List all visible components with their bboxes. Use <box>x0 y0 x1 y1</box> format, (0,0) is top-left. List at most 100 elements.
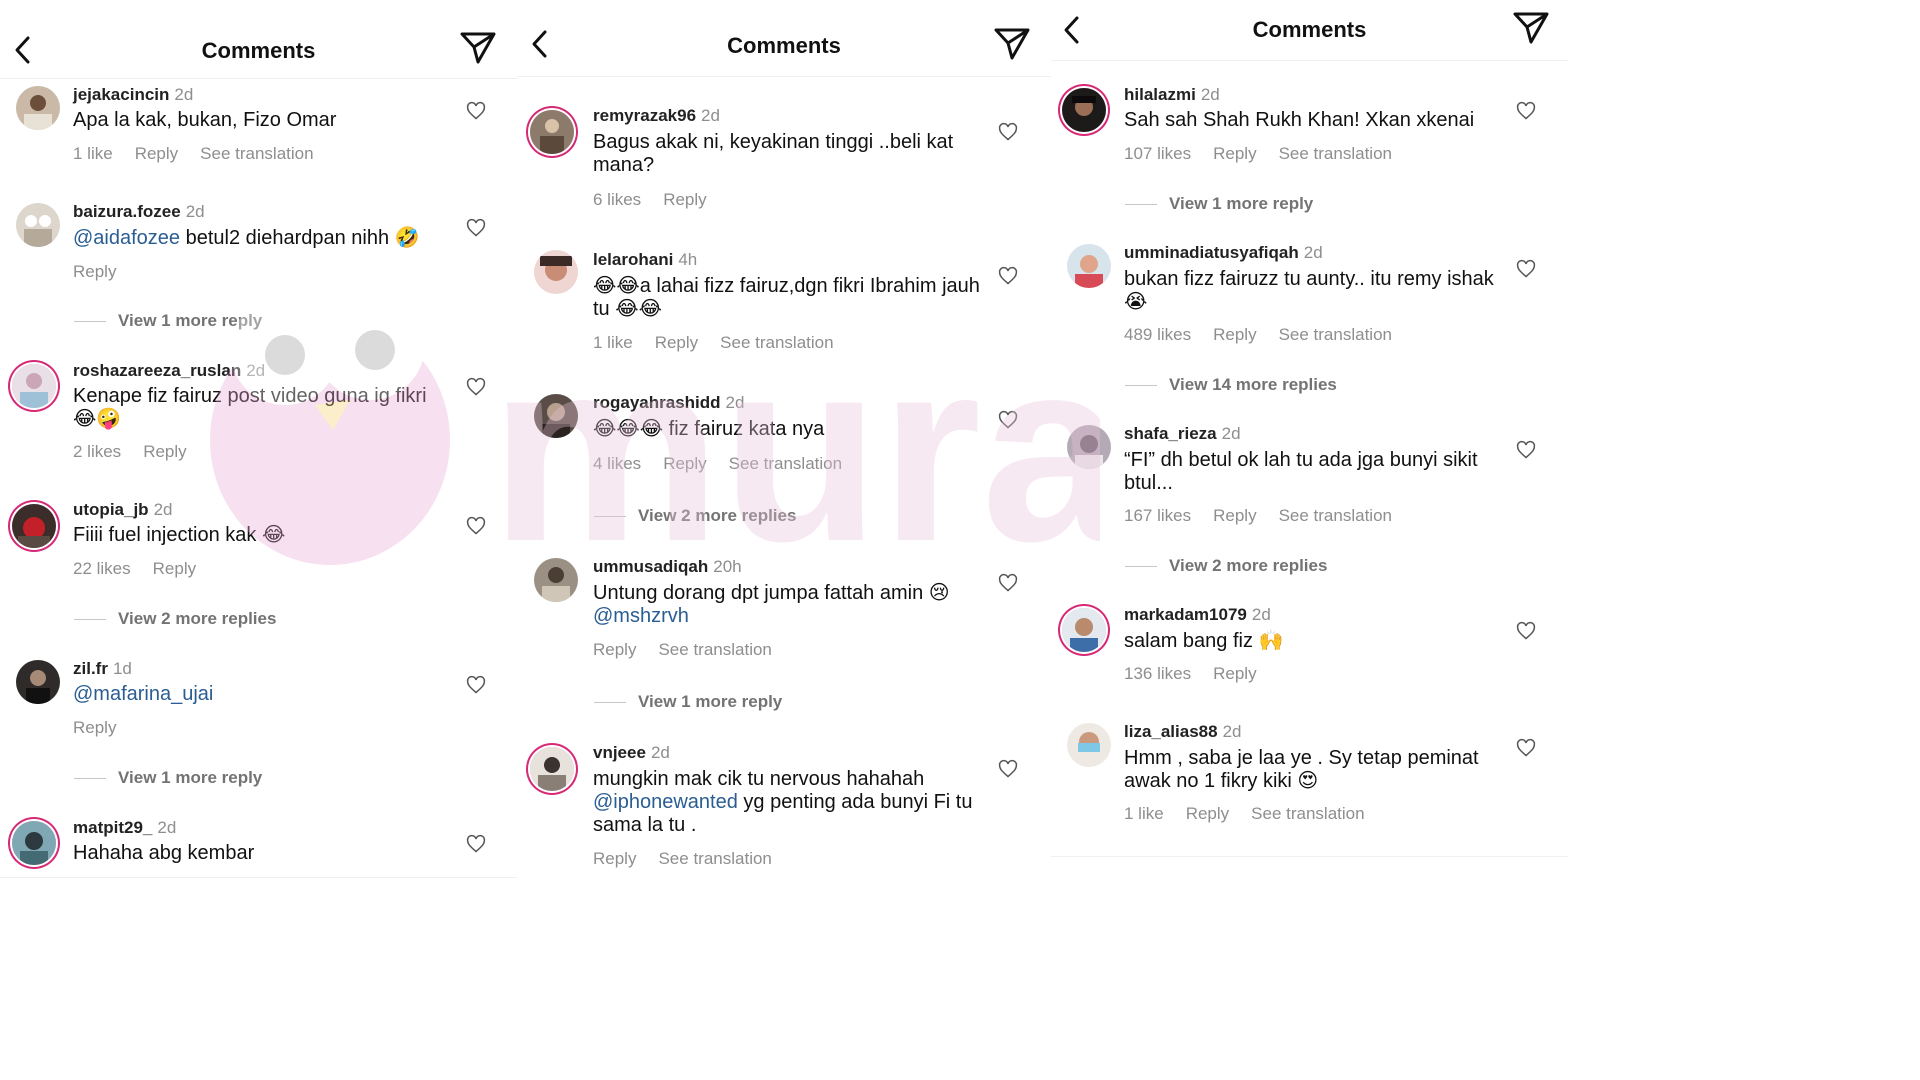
avatar[interactable] <box>16 203 60 247</box>
like-count[interactable]: 1 like <box>73 144 113 163</box>
reply-button[interactable]: Reply <box>143 442 186 461</box>
like-button[interactable] <box>1516 738 1536 758</box>
like-button[interactable] <box>998 759 1018 779</box>
username[interactable]: rogayahrashidd <box>593 393 721 412</box>
like-button[interactable] <box>466 675 486 695</box>
username[interactable]: jejakacincin <box>73 85 169 104</box>
reply-button[interactable]: Reply <box>153 559 196 578</box>
like-count[interactable]: 136 likes <box>1124 664 1191 683</box>
username[interactable]: hilalazmi <box>1124 85 1196 104</box>
reply-button[interactable]: Reply <box>1213 325 1256 344</box>
see-translation-link[interactable]: See translation <box>658 640 771 659</box>
view-more-replies[interactable]: View 1 more reply <box>74 768 262 788</box>
like-button[interactable] <box>466 377 486 397</box>
like-button[interactable] <box>998 266 1018 286</box>
username[interactable]: shafa_rieza <box>1124 424 1217 443</box>
avatar[interactable] <box>1067 425 1111 469</box>
reply-button[interactable]: Reply <box>1213 664 1256 683</box>
like-count[interactable]: 107 likes <box>1124 144 1191 163</box>
mention-link[interactable]: @aidafozee <box>73 227 180 249</box>
reply-button[interactable]: Reply <box>73 262 116 281</box>
avatar[interactable] <box>530 747 574 791</box>
username[interactable]: matpit29_ <box>73 818 152 837</box>
avatar[interactable] <box>534 250 578 294</box>
share-button[interactable] <box>992 24 1032 64</box>
like-count[interactable]: 6 likes <box>593 190 641 209</box>
like-button[interactable] <box>466 834 486 854</box>
view-more-replies[interactable]: View 2 more replies <box>1125 556 1327 576</box>
avatar[interactable] <box>530 110 574 154</box>
reply-button[interactable]: Reply <box>663 454 706 473</box>
mention-link[interactable]: @mshzrvh <box>593 605 689 627</box>
see-translation-link[interactable]: See translation <box>1279 506 1392 525</box>
see-translation-link[interactable]: See translation <box>200 144 313 163</box>
see-translation-link[interactable]: See translation <box>658 849 771 868</box>
avatar[interactable] <box>16 86 60 130</box>
like-button[interactable] <box>466 516 486 536</box>
view-more-replies[interactable]: View 1 more reply <box>74 311 262 331</box>
username[interactable]: utopia_jb <box>73 500 149 519</box>
see-translation-link[interactable]: See translation <box>1279 325 1392 344</box>
username[interactable]: ummusadiqah <box>593 557 708 576</box>
username[interactable]: zil.fr <box>73 659 108 678</box>
like-count[interactable]: 167 likes <box>1124 506 1191 525</box>
username[interactable]: lelarohani <box>593 250 673 269</box>
username[interactable]: liza_alias88 <box>1124 722 1218 741</box>
like-button[interactable] <box>1516 440 1536 460</box>
username[interactable]: remyrazak96 <box>593 106 696 125</box>
like-button[interactable] <box>998 573 1018 593</box>
username[interactable]: vnjeee <box>593 743 646 762</box>
reply-button[interactable]: Reply <box>663 190 706 209</box>
like-button[interactable] <box>1516 101 1536 121</box>
avatar[interactable] <box>1062 88 1106 132</box>
reply-button[interactable]: Reply <box>1213 144 1256 163</box>
avatar[interactable] <box>16 660 60 704</box>
see-translation-link[interactable]: See translation <box>1279 144 1392 163</box>
like-button[interactable] <box>1516 259 1536 279</box>
reply-button[interactable]: Reply <box>1213 506 1256 525</box>
reply-button[interactable]: Reply <box>593 640 636 659</box>
see-translation-link[interactable]: See translation <box>729 454 842 473</box>
view-more-replies[interactable]: View 1 more reply <box>1125 194 1313 214</box>
like-button[interactable] <box>998 122 1018 142</box>
reply-button[interactable]: Reply <box>1186 804 1229 823</box>
avatar[interactable] <box>1067 723 1111 767</box>
avatar[interactable] <box>12 821 56 865</box>
like-count[interactable]: 22 likes <box>73 559 131 578</box>
like-count[interactable]: 1 like <box>1124 804 1164 823</box>
username[interactable]: roshazareeza_ruslan <box>73 361 241 380</box>
see-translation-link[interactable]: See translation <box>720 333 833 352</box>
avatar[interactable] <box>12 504 56 548</box>
like-count[interactable]: 4 likes <box>593 454 641 473</box>
share-button[interactable] <box>458 28 498 68</box>
avatar[interactable] <box>1062 608 1106 652</box>
avatar[interactable] <box>12 364 56 408</box>
mention-link[interactable]: @mafarina_ujai <box>73 683 213 705</box>
reply-button[interactable]: Reply <box>655 333 698 352</box>
view-more-replies[interactable]: View 14 more replies <box>1125 375 1337 395</box>
like-button[interactable] <box>466 101 486 121</box>
avatar[interactable] <box>534 394 578 438</box>
heart-outline-icon <box>998 759 1018 778</box>
like-count[interactable]: 1 like <box>593 333 633 352</box>
like-button[interactable] <box>998 410 1018 430</box>
username[interactable]: umminadiatusyafiqah <box>1124 243 1299 262</box>
view-more-replies[interactable]: View 2 more replies <box>594 506 796 526</box>
view-more-replies[interactable]: View 1 more reply <box>594 692 782 712</box>
avatar[interactable] <box>1067 244 1111 288</box>
username[interactable]: baizura.fozee <box>73 202 181 221</box>
mention-link[interactable]: @iphonewanted <box>593 791 738 813</box>
reply-button[interactable]: Reply <box>593 849 636 868</box>
share-button[interactable] <box>1511 8 1551 48</box>
avatar[interactable] <box>534 558 578 602</box>
like-button[interactable] <box>466 218 486 238</box>
reply-button[interactable]: Reply <box>73 718 116 737</box>
comment-age: 2d <box>153 500 173 519</box>
like-count[interactable]: 2 likes <box>73 442 121 461</box>
like-count[interactable]: 489 likes <box>1124 325 1191 344</box>
username[interactable]: markadam1079 <box>1124 605 1247 624</box>
reply-button[interactable]: Reply <box>135 144 178 163</box>
see-translation-link[interactable]: See translation <box>1251 804 1364 823</box>
view-more-replies[interactable]: View 2 more replies <box>74 609 276 629</box>
like-button[interactable] <box>1516 621 1536 641</box>
